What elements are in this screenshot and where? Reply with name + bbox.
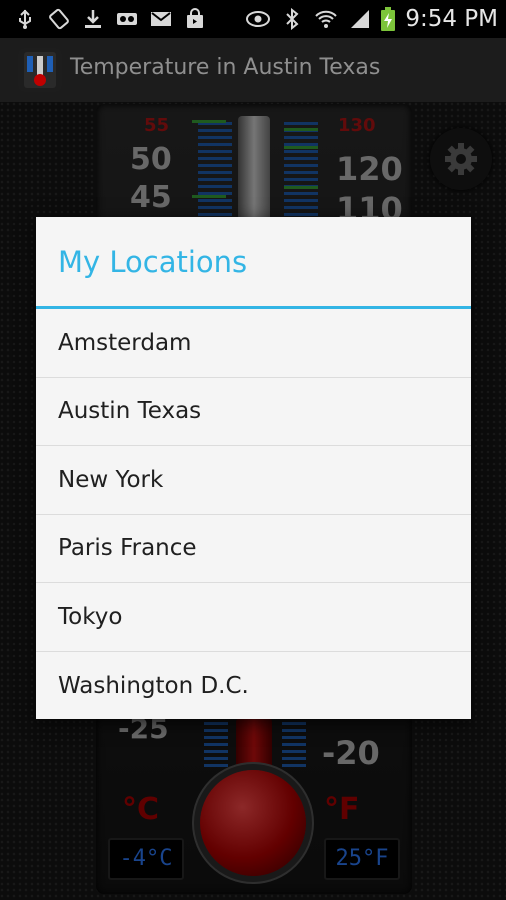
- status-bar: 9:54 PM: [0, 0, 506, 38]
- usb-icon: [19, 9, 31, 29]
- location-item-paris-france[interactable]: Paris France: [36, 515, 471, 583]
- download-icon: [85, 10, 101, 28]
- location-item-austin-texas[interactable]: Austin Texas: [36, 378, 471, 446]
- gmail-icon: [151, 12, 171, 26]
- signal-icon: [351, 10, 370, 28]
- dialog-title: My Locations: [58, 245, 248, 279]
- voicemail-icon: [117, 13, 137, 25]
- wifi-icon: [315, 10, 338, 28]
- bluetooth-icon: [286, 8, 299, 30]
- battery-charging-icon: [381, 7, 396, 31]
- location-item-washington-dc[interactable]: Washington D.C.: [36, 652, 471, 720]
- locations-list: Amsterdam Austin Texas New York Paris Fr…: [36, 309, 471, 719]
- app-icon[interactable]: [18, 48, 62, 92]
- locations-dialog: My Locations Amsterdam Austin Texas New …: [36, 217, 471, 719]
- rotation-lock-icon: [49, 8, 69, 30]
- notification-icons: [14, 6, 206, 32]
- clock: 9:54 PM: [405, 6, 498, 32]
- thermometer-app-icon: [24, 52, 56, 88]
- page-title: Temperature in Austin Texas: [70, 55, 381, 80]
- location-item-new-york[interactable]: New York: [36, 446, 471, 515]
- system-icons: 9:54 PM: [245, 4, 498, 34]
- store-bag-icon: [187, 8, 203, 28]
- action-bar: Temperature in Austin Texas: [0, 38, 506, 103]
- location-item-amsterdam[interactable]: Amsterdam: [36, 309, 471, 378]
- location-item-tokyo[interactable]: Tokyo: [36, 583, 471, 652]
- eye-icon: [246, 11, 271, 27]
